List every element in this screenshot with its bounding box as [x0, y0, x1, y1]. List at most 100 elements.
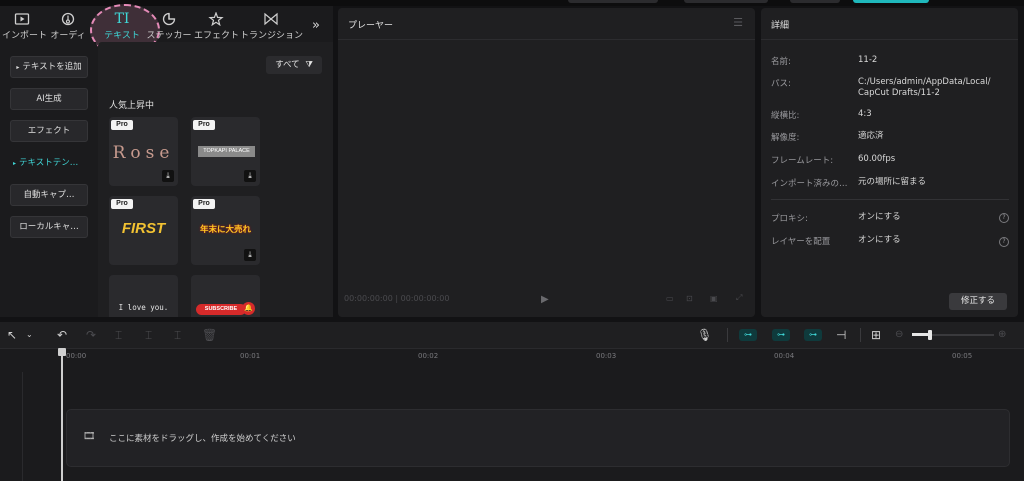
- section-title: 人気上昇中: [109, 101, 155, 111]
- tool-tabs: インポート オーディ TI テキスト ステッカー エフェクト トランジション »: [0, 4, 333, 56]
- template-card[interactable]: I love you.: [109, 275, 178, 317]
- sticker-icon: [162, 12, 176, 26]
- tab-import[interactable]: インポート: [2, 6, 48, 42]
- fullscreen-icon[interactable]: ⤢: [736, 293, 742, 303]
- transition-icon: [264, 12, 278, 26]
- timeline-toolbar: ↖ ⌄ ↶ ↷ ⌶ ⌶ ⌶ 🗑 🎙 ⊶ ⊶ ⊶ ⊣ ⊞ ⊖ ⊕: [0, 322, 1024, 348]
- template-gallery: すべて ⧩ 人気上昇中 Pro Rose ⤓ Pro TOPKAPI PALAC…: [98, 42, 333, 317]
- setting-label: プロキシ:: [771, 214, 808, 224]
- tick-label: 00:03: [596, 352, 617, 360]
- template-card[interactable]: Pro TOPKAPI PALACE ⤓: [191, 117, 260, 186]
- help-icon[interactable]: ?: [999, 213, 1009, 223]
- export-button[interactable]: [853, 0, 929, 3]
- undo-icon[interactable]: ↶: [57, 328, 67, 342]
- template-card[interactable]: SUBSCRIBE 🔔: [191, 275, 260, 317]
- drop-zone[interactable]: 🎞 ここに素材をドラッグし、作成を始めてください: [66, 409, 1010, 467]
- effect-icon: [208, 12, 224, 26]
- zoom-out-icon[interactable]: ⊖: [895, 328, 903, 342]
- expand-arrow-icon: ▸: [16, 64, 20, 71]
- tab-label: インポート: [2, 31, 48, 41]
- template-preview-text: SUBSCRIBE: [196, 304, 246, 315]
- tab-audio[interactable]: オーディ: [46, 6, 90, 42]
- filter-label: すべて: [275, 60, 300, 70]
- tab-label: オーディ: [50, 31, 86, 41]
- fix-button[interactable]: 修正する: [949, 293, 1007, 310]
- playhead[interactable]: [58, 348, 66, 481]
- crop-icon[interactable]: ⊡: [686, 294, 693, 303]
- download-icon[interactable]: ⤓: [244, 249, 256, 261]
- template-card[interactable]: Pro Rose ⤓: [109, 117, 178, 186]
- split-preview-icon[interactable]: ⊣: [836, 328, 846, 342]
- help-icon[interactable]: ?: [999, 237, 1009, 247]
- player-header: プレーヤー ☰: [338, 8, 755, 40]
- timeline-panel: ↖ ⌄ ↶ ↷ ⌶ ⌶ ⌶ 🗑 🎙 ⊶ ⊶ ⊶ ⊣ ⊞ ⊖ ⊕ 00:00 00…: [0, 322, 1024, 481]
- playhead-handle[interactable]: [58, 348, 66, 356]
- ratio-icon[interactable]: ▣: [710, 294, 718, 303]
- pro-badge: Pro: [193, 199, 215, 209]
- more-tabs-icon[interactable]: »: [312, 18, 320, 33]
- proxy-toggle[interactable]: オンにする: [858, 212, 901, 223]
- tick-label: 00:00: [66, 352, 87, 360]
- bell-icon: 🔔: [242, 302, 255, 315]
- tab-sticker[interactable]: ステッカー: [146, 6, 192, 42]
- detail-label: パス:: [771, 79, 791, 89]
- sidebar-item-add-text[interactable]: ▸ テキストを追加: [10, 56, 88, 78]
- menu-icon[interactable]: ☰: [733, 16, 743, 29]
- detail-value: 適応済: [858, 131, 884, 141]
- template-preview-text: TOPKAPI PALACE: [198, 146, 255, 157]
- sidebar-item-label: 自動キャプ…: [23, 190, 75, 200]
- tab-label: ステッカー: [146, 31, 192, 41]
- delete-icon[interactable]: 🗑: [202, 328, 217, 342]
- divider: [860, 328, 861, 342]
- zoom-in-icon[interactable]: ⊕: [998, 328, 1006, 342]
- play-icon[interactable]: ▶: [541, 294, 549, 305]
- player-timecode: 00:00:00:00 | 00:00:00:00: [344, 294, 449, 303]
- side-nav: ▸ テキストを追加 AI生成 エフェクト ▸ テキストテン… 自動キャプ… ローカル…: [0, 42, 96, 317]
- top-menu-button[interactable]: [790, 0, 840, 3]
- details-title: 詳細: [771, 21, 790, 31]
- sidebar-item-local-caption[interactable]: ローカルキャ…: [10, 216, 88, 238]
- detail-label: 名前:: [771, 57, 791, 67]
- preview-axis-icon[interactable]: ⊞: [871, 328, 881, 342]
- tab-effect[interactable]: エフェクト: [194, 6, 239, 42]
- pro-badge: Pro: [111, 199, 133, 209]
- download-icon[interactable]: ⤓: [244, 170, 256, 182]
- chevron-down-icon[interactable]: ⌄: [26, 328, 33, 342]
- fit-icon[interactable]: ▭: [666, 294, 674, 303]
- sidebar-item-ai[interactable]: AI生成: [10, 88, 88, 110]
- layer-toggle[interactable]: オンにする: [858, 235, 901, 246]
- microphone-icon[interactable]: 🎙: [697, 328, 712, 342]
- sidebar-item-effect[interactable]: エフェクト: [10, 120, 88, 142]
- zoom-slider-handle[interactable]: [928, 330, 932, 340]
- top-menu-button[interactable]: [684, 0, 768, 3]
- detail-value: 元の場所に留まる: [858, 177, 927, 187]
- sidebar-item-auto-caption[interactable]: 自動キャプ…: [10, 184, 88, 206]
- template-card[interactable]: Pro 年末に大売れ ⤓: [191, 196, 260, 265]
- filter-button[interactable]: すべて ⧩: [266, 56, 322, 74]
- zoom-slider-fill: [912, 333, 928, 336]
- detail-value: 60.00fps: [858, 154, 896, 164]
- redo-icon[interactable]: ↷: [86, 328, 96, 342]
- auto-snap-icon[interactable]: ⊶: [772, 329, 790, 341]
- tab-transition[interactable]: トランジション: [240, 6, 303, 42]
- template-card[interactable]: Pro FIRST: [109, 196, 178, 265]
- linkage-icon[interactable]: ⊶: [804, 329, 822, 341]
- zoom-slider[interactable]: [912, 330, 994, 340]
- cursor-icon[interactable]: ↖: [7, 328, 17, 342]
- player-title: プレーヤー: [348, 21, 394, 31]
- split-right-icon[interactable]: ⌶: [174, 328, 181, 342]
- sidebar-item-text-template[interactable]: ▸ テキストテン…: [10, 152, 90, 174]
- time-ruler[interactable]: 00:00 00:01 00:02 00:03 00:04 00:05: [0, 348, 1024, 365]
- top-menu-button[interactable]: [568, 0, 658, 3]
- detail-label: インポート済みの…: [771, 179, 848, 189]
- download-icon[interactable]: ⤓: [162, 170, 174, 182]
- template-preview-text: I love you.: [118, 303, 169, 312]
- detail-value: C:/Users/admin/AppData/Local/ CapCut Dra…: [858, 77, 991, 98]
- divider: [727, 328, 728, 342]
- split-icon[interactable]: ⌶: [115, 328, 122, 342]
- split-left-icon[interactable]: ⌶: [145, 328, 152, 342]
- main-track-magnet-icon[interactable]: ⊶: [739, 329, 757, 341]
- text-icon: TI: [114, 11, 130, 27]
- detail-label: 縦横比:: [771, 111, 800, 121]
- tab-text[interactable]: TI テキスト: [98, 6, 146, 42]
